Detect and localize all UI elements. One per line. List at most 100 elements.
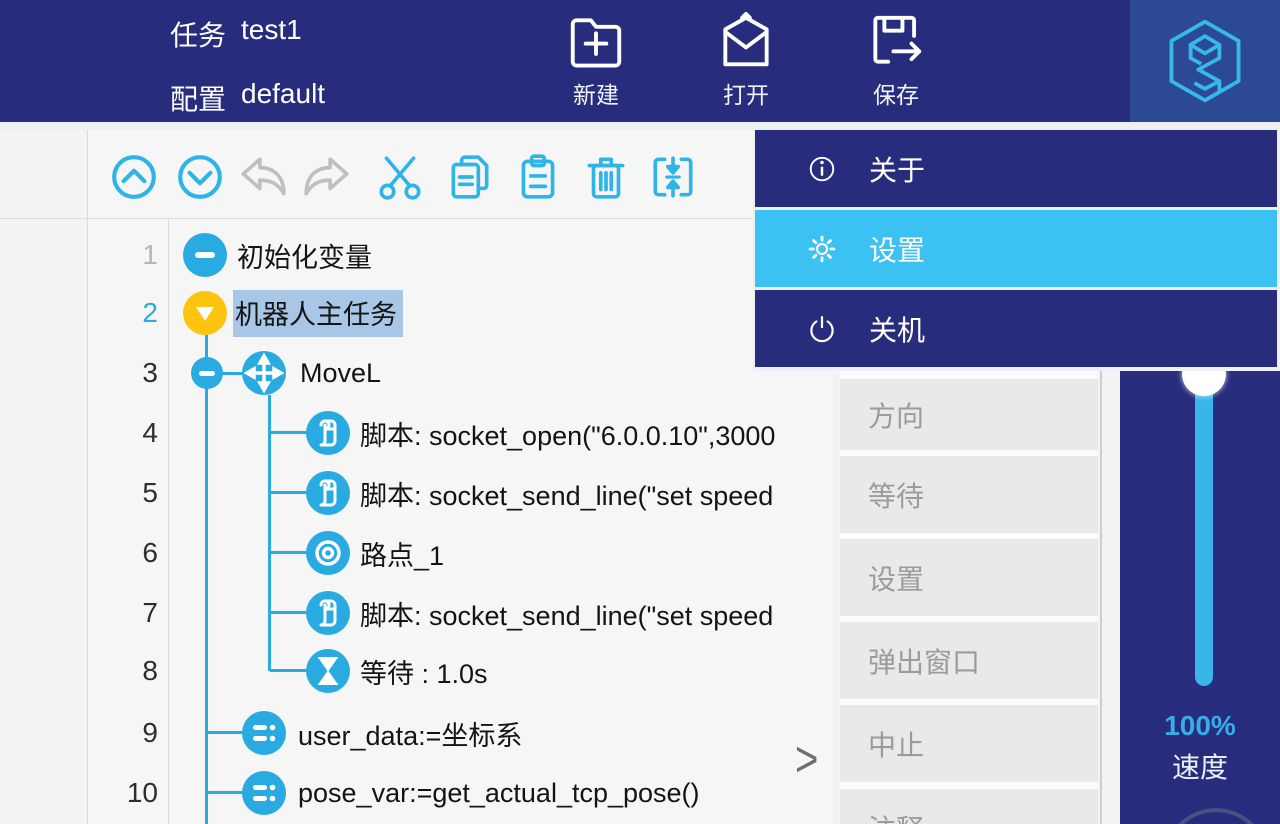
task-label: 任务 [170,14,226,54]
palette-button-label: 弹出窗口 [868,641,980,681]
info-icon [807,154,837,184]
tree-toolbar [88,130,833,219]
row-number: 7 [90,597,158,629]
row-number: 3 [90,357,158,389]
palette-button-popup[interactable]: 弹出窗口 [840,622,1098,699]
new-file-icon [541,10,651,72]
merge-icon[interactable] [648,152,698,202]
task-value: test1 [241,14,302,46]
open-task-label: 打开 [691,76,801,110]
speed-slider-track[interactable] [1195,374,1213,686]
move-up-icon[interactable] [109,152,159,202]
toolbar-divider-left [0,218,88,219]
delete-icon[interactable] [581,152,631,202]
power-icon [807,314,837,344]
palette-button-set[interactable]: 设置 [840,539,1098,616]
number-column-divider [168,219,169,824]
palette-expand-chevron[interactable]: > [795,732,818,788]
tree-item-label: user_data:=坐标系 [298,714,522,753]
open-file-icon [691,10,801,72]
system-dropdown-menu: 关于 设置 [753,130,1280,371]
brand-logo-icon [1159,15,1251,107]
menu-item-settings[interactable]: 设置 [755,207,1277,287]
tree-row[interactable]: 6 路点_1 [88,525,833,581]
assign-node-icon[interactable] [242,711,286,755]
row-number: 6 [90,537,158,569]
top-bar: 任务 test1 配置 default 新建 打开 [0,0,1280,122]
save-file-icon [841,10,951,72]
palette-button-abort[interactable]: 中止 [840,705,1098,782]
palette-button-label: 中止 [868,724,924,764]
row-number: 10 [90,777,158,809]
tree-row[interactable]: 7 脚本: socket_send_line("set speed [88,585,833,641]
row-number: 8 [90,655,158,687]
waypoint-node-icon[interactable] [306,531,350,575]
palette-button-direction[interactable]: 方向 [840,379,1098,450]
palette-button-label: 设置 [868,558,924,598]
save-task-button[interactable]: 保存 [841,10,951,114]
row-number: 1 [90,239,158,271]
assign-node-icon[interactable] [242,771,286,815]
script-node-icon[interactable] [306,411,350,455]
tree-item-label: 初始化变量 [237,236,372,275]
left-sidebar [0,130,88,824]
move-node-icon[interactable] [242,351,286,395]
palette-button-label: 方向 [868,395,924,435]
row-number: 5 [90,477,158,509]
tree-row[interactable]: 5 脚本: socket_send_line("set speed [88,465,833,521]
palette-button-comment[interactable]: 注释 [840,789,1098,824]
row-number: 2 [90,297,158,329]
gear-icon [807,234,837,264]
open-task-button[interactable]: 打开 [691,10,801,114]
new-task-button[interactable]: 新建 [541,10,651,114]
tree-item-label: 脚本: socket_open("6.0.0.10",3000 [360,414,775,453]
tree-row[interactable]: 1 初始化变量 [88,227,833,283]
menu-item-shutdown[interactable]: 关机 [755,287,1277,367]
tree-item-label: 路点_1 [360,534,444,573]
menu-item-label: 关于 [869,149,925,189]
row-number: 4 [90,417,158,449]
menu-item-label: 关机 [869,309,925,349]
tree-row[interactable]: 10 pose_var:=get_actual_tcp_pose() [88,765,833,821]
palette-button-label: 注释 [868,808,924,824]
cut-icon[interactable] [375,152,425,202]
tree-row[interactable]: 3 MoveL [88,345,833,401]
palette-button-wait[interactable]: 等待 [840,456,1098,533]
menu-item-label: 设置 [869,229,925,269]
copy-icon[interactable] [445,152,495,202]
config-label: 配置 [170,78,226,118]
new-task-label: 新建 [541,76,651,110]
speed-value: 100% [1120,710,1280,742]
tree-row[interactable]: 9 user_data:=坐标系 [88,705,833,761]
save-task-label: 保存 [841,76,951,110]
triangle-down-node-icon[interactable] [183,291,227,335]
undo-icon[interactable] [238,152,288,202]
minus-node-icon[interactable] [183,233,227,277]
script-node-icon[interactable] [306,471,350,515]
tree-item-label: 机器人主任务 [233,290,403,337]
speed-label: 速度 [1120,746,1280,786]
tree-item-label: pose_var:=get_actual_tcp_pose() [298,778,700,809]
palette-button-label: 等待 [868,475,924,515]
tree-item-label: 脚本: socket_send_line("set speed [360,474,773,513]
tree-item-label: 脚本: socket_send_line("set speed [360,594,773,633]
row-number: 9 [90,717,158,749]
topbar-divider [0,122,1280,130]
move-down-icon[interactable] [175,152,225,202]
tree-item-label: MoveL [300,358,381,389]
collapse-toggle-icon[interactable] [191,357,223,389]
script-node-icon[interactable] [306,591,350,635]
menu-item-about[interactable]: 关于 [755,130,1277,207]
redo-icon[interactable] [302,152,352,202]
config-value: default [241,78,325,110]
hourglass-node-icon[interactable] [306,649,350,693]
brand-menu-button[interactable] [1130,0,1280,122]
paste-icon[interactable] [513,152,563,202]
app-window: 任务 test1 配置 default 新建 打开 [0,0,1280,824]
tree-row-selected[interactable]: 2 机器人主任务 [88,285,833,341]
speed-dial-button[interactable] [1164,808,1268,824]
tree-row[interactable]: 4 脚本: socket_open("6.0.0.10",3000 [88,405,833,461]
tree-row[interactable]: 8 等待 : 1.0s [88,643,833,699]
program-tree-panel: 1 初始化变量 2 机器人主任务 3 [88,219,833,824]
tree-item-label: 等待 : 1.0s [360,652,488,691]
